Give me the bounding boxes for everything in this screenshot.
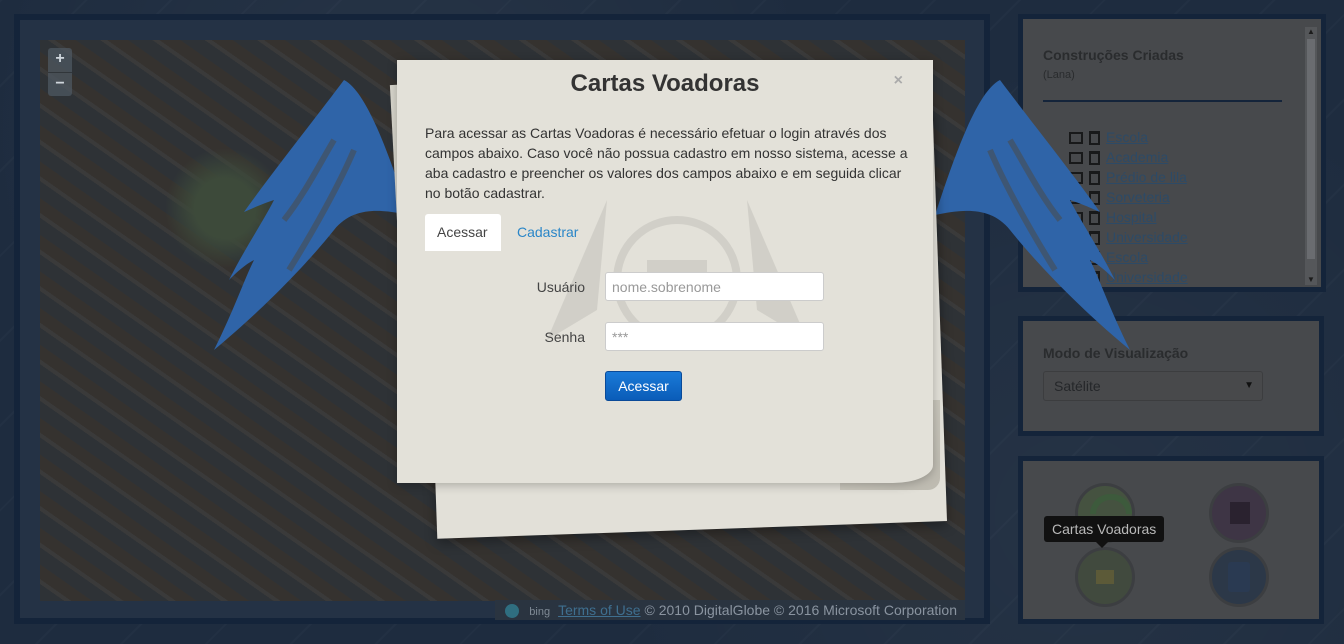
constructions-title: Construções Criadas — [1043, 47, 1184, 63]
tab-acessar[interactable]: Acessar — [425, 214, 501, 251]
modal-title: Cartas Voadoras — [570, 70, 760, 97]
globe-icon — [505, 604, 520, 619]
modal-description: Para acessar as Cartas Voadoras é necess… — [425, 125, 908, 201]
flying-letters-button[interactable] — [1075, 547, 1135, 607]
terms-of-use-link[interactable]: Terms of Use — [558, 602, 640, 618]
zoom-control: + − — [48, 48, 72, 96]
username-input[interactable] — [605, 272, 824, 301]
atom-book-button[interactable] — [1209, 547, 1269, 607]
view-mode-select[interactable]: Satélite ▼ — [1043, 371, 1263, 401]
actions-panel: Cartas Voadoras — [1018, 456, 1324, 624]
map-attribution: bing Terms of Use © 2010 DigitalGlobe © 20… — [495, 600, 965, 620]
username-label: Usuário — [536, 279, 585, 295]
password-label: Senha — [544, 329, 585, 345]
zoom-in-button[interactable]: + — [48, 48, 72, 72]
save-button[interactable] — [1209, 483, 1269, 543]
scroll-thumb[interactable] — [1307, 39, 1315, 259]
scroll-down-icon[interactable]: ▼ — [1306, 275, 1316, 285]
zoom-out-button[interactable]: − — [48, 72, 72, 96]
password-input[interactable] — [605, 322, 824, 351]
login-button[interactable]: Acessar — [605, 371, 682, 401]
scroll-up-icon[interactable]: ▲ — [1306, 27, 1316, 37]
flying-letters-tooltip: Cartas Voadoras — [1044, 516, 1165, 548]
right-wing-icon — [935, 80, 1130, 350]
copyright-text: © 2010 DigitalGlobe © 2016 Microsoft Cor… — [644, 602, 957, 618]
bing-logo: bing — [529, 606, 551, 618]
constructions-scrollbar[interactable]: ▲ ▼ — [1305, 27, 1317, 285]
close-icon[interactable]: × — [894, 72, 903, 90]
left-wing-icon — [214, 80, 409, 350]
view-mode-value: Satélite — [1054, 378, 1101, 394]
tab-cadastrar[interactable]: Cadastrar — [505, 214, 590, 251]
login-modal: Cartas Voadoras × Para acessar as Cartas… — [397, 60, 933, 483]
chevron-down-icon: ▼ — [1244, 380, 1254, 391]
